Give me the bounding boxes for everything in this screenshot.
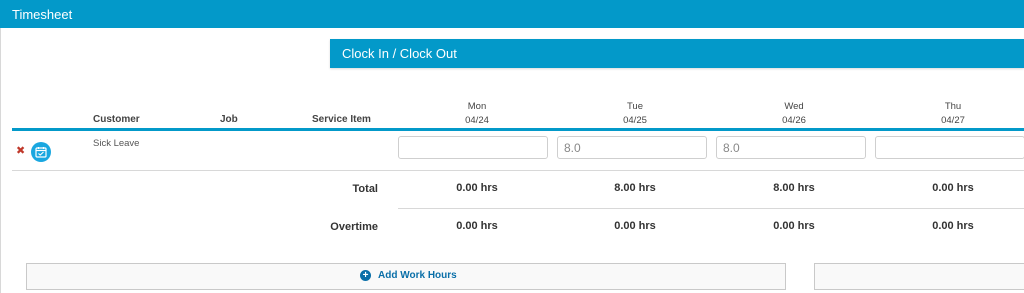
column-header-job: Job — [220, 114, 238, 125]
day-date: 04/26 — [782, 115, 806, 126]
secondary-action-button[interactable] — [814, 263, 1024, 290]
clock-in-out-button[interactable]: Clock In / Clock Out — [330, 39, 1024, 68]
add-work-hours-content: + Add Work Hours — [360, 270, 457, 281]
clock-in-out-label: Clock In / Clock Out — [342, 46, 457, 61]
total-mon: 0.00 hrs — [456, 182, 498, 194]
delete-row-icon[interactable]: ✖ — [16, 145, 26, 157]
hours-input-mon[interactable] — [398, 136, 548, 159]
day-name: Tue — [626, 101, 644, 112]
row-divider — [12, 170, 1024, 171]
total-wed: 8.00 hrs — [773, 182, 815, 194]
day-date: 04/27 — [941, 115, 965, 126]
column-header-customer: Customer — [93, 114, 140, 125]
day-name: Mon — [467, 101, 487, 112]
left-border — [0, 28, 1, 293]
app-header: Timesheet — [0, 0, 1024, 28]
day-header-wed: Wed 04/26 — [734, 100, 854, 128]
day-date: 04/24 — [465, 115, 489, 126]
overtime-wed: 0.00 hrs — [773, 220, 815, 232]
day-name: Thu — [944, 101, 962, 112]
total-thu: 0.00 hrs — [932, 182, 974, 194]
hours-input-tue[interactable] — [557, 136, 707, 159]
totals-divider — [398, 208, 1024, 209]
overtime-mon: 0.00 hrs — [456, 220, 498, 232]
total-label: Total — [352, 183, 378, 195]
day-header-thu: Thu 04/27 — [893, 100, 1013, 128]
add-work-hours-label: Add Work Hours — [378, 270, 457, 281]
column-header-service-item: Service Item — [312, 114, 371, 125]
service-item-value: Sick Leave — [93, 138, 140, 149]
add-work-hours-button[interactable]: + Add Work Hours — [26, 263, 786, 290]
overtime-label: Overtime — [330, 221, 378, 233]
page-title: Timesheet — [12, 7, 73, 22]
day-header-mon: Mon 04/24 — [417, 100, 537, 128]
day-name: Wed — [784, 101, 804, 112]
hours-input-thu[interactable] — [875, 136, 1024, 159]
total-tue: 8.00 hrs — [614, 182, 656, 194]
hours-input-wed[interactable] — [716, 136, 866, 159]
day-header-tue: Tue 04/25 — [575, 100, 695, 128]
header-divider — [12, 128, 1024, 131]
day-date: 04/25 — [623, 115, 647, 126]
calendar-icon[interactable] — [31, 142, 51, 162]
plus-circle-icon: + — [360, 270, 371, 281]
overtime-tue: 0.00 hrs — [614, 220, 656, 232]
overtime-thu: 0.00 hrs — [932, 220, 974, 232]
